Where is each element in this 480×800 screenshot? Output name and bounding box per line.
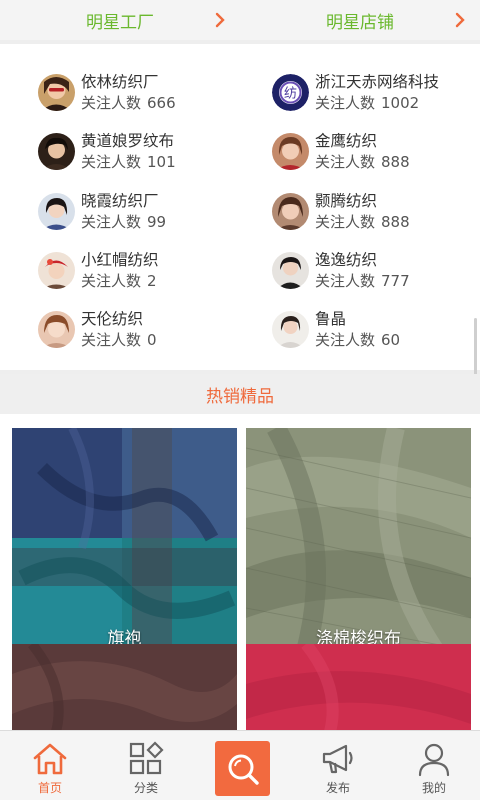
chevron-right-icon: [455, 12, 465, 28]
product-card[interactable]: 涤棉梭织布: [246, 428, 471, 651]
app-screen: 明星工厂 明星店铺 依林纺织厂 关注人数666 黄道娘罗纹布 关注人数101: [0, 0, 480, 800]
chevron-right-icon: [215, 12, 225, 28]
tab-star-store-label: 明星店铺: [326, 12, 394, 33]
shop-name: 小红帽纺织: [81, 250, 159, 269]
nav-publish[interactable]: 发布: [290, 731, 386, 800]
product-card[interactable]: [246, 644, 471, 730]
avatar: [272, 251, 309, 289]
nav-publish-label: 发布: [325, 781, 350, 795]
avatar: [38, 311, 75, 349]
category-icon: [129, 741, 164, 775]
shop-list-panel: 依林纺织厂 关注人数 666 黄道娘罗纹布 关注人数 101 晓霞纺织厂 关注人数 9…: [0, 44, 480, 370]
avatar: [272, 192, 309, 230]
follow-count: 关注人数 888: [315, 153, 410, 172]
product-image: [12, 428, 237, 651]
shop-name: 黄道娘罗纹布: [81, 132, 175, 151]
avatar: [38, 133, 75, 171]
product-image: [12, 644, 237, 730]
shop-name: 天伦纺织: [81, 310, 144, 329]
shop-name: 鲁晶: [315, 310, 347, 329]
product-image: [246, 644, 471, 730]
shop-name: 金鹰纺织: [315, 132, 378, 151]
follow-count: 关注人数 101: [81, 153, 176, 172]
user-icon: [418, 743, 450, 777]
store-logo: 纺: [272, 74, 309, 111]
tab-star-factory[interactable]: 明星工厂: [0, 0, 240, 40]
bottom-nav: 首页 分类 发布 我的: [0, 730, 480, 800]
nav-mine-label: 我的: [421, 781, 446, 795]
follow-count: 关注人数 0: [81, 331, 157, 350]
follow-count: 关注人数 60: [315, 331, 401, 350]
avatar: [272, 133, 309, 171]
nav-mine[interactable]: 我的: [386, 731, 480, 800]
avatar: [272, 311, 309, 349]
product-image: [246, 428, 471, 651]
follow-count: 关注人数 888: [315, 212, 410, 231]
nav-home-label: 首页: [37, 781, 62, 795]
avatar: [38, 74, 75, 111]
follow-count: 关注人数 1002: [315, 94, 420, 112]
top-tab-bar: 明星工厂 明星店铺: [0, 0, 480, 40]
nav-category[interactable]: 分类: [98, 731, 194, 800]
shop-name: 颢腾纺织: [315, 191, 378, 210]
product-grid: 旗袍 涤棉梭织布: [0, 414, 480, 730]
product-card[interactable]: [12, 644, 237, 730]
tab-star-store[interactable]: 明星店铺: [240, 0, 480, 40]
shop-name: 浙江天赤网络科技: [315, 73, 440, 91]
svg-text:纺: 纺: [284, 87, 297, 102]
shop-name: 依林纺织厂: [81, 73, 159, 91]
search-icon: [228, 754, 259, 785]
nav-category-label: 分类: [133, 781, 158, 795]
shop-name: 晓霞纺织厂: [81, 191, 159, 210]
follow-count: 关注人数 666: [81, 94, 176, 112]
tab-star-factory-label: 明星工厂: [86, 12, 154, 33]
avatar: [38, 192, 75, 230]
search-button[interactable]: [215, 741, 270, 796]
nav-home[interactable]: 首页: [2, 731, 98, 800]
follow-count: 关注人数 2: [81, 271, 157, 290]
hot-products-title: 热销精品: [0, 374, 480, 414]
product-card[interactable]: 旗袍: [12, 428, 237, 651]
home-icon: [33, 743, 67, 775]
follow-count: 关注人数 777: [315, 271, 410, 290]
avatar: [38, 251, 75, 289]
shop-name: 逸逸纺织: [315, 250, 378, 269]
follow-count: 关注人数 99: [81, 212, 167, 231]
megaphone-icon: [322, 744, 353, 774]
